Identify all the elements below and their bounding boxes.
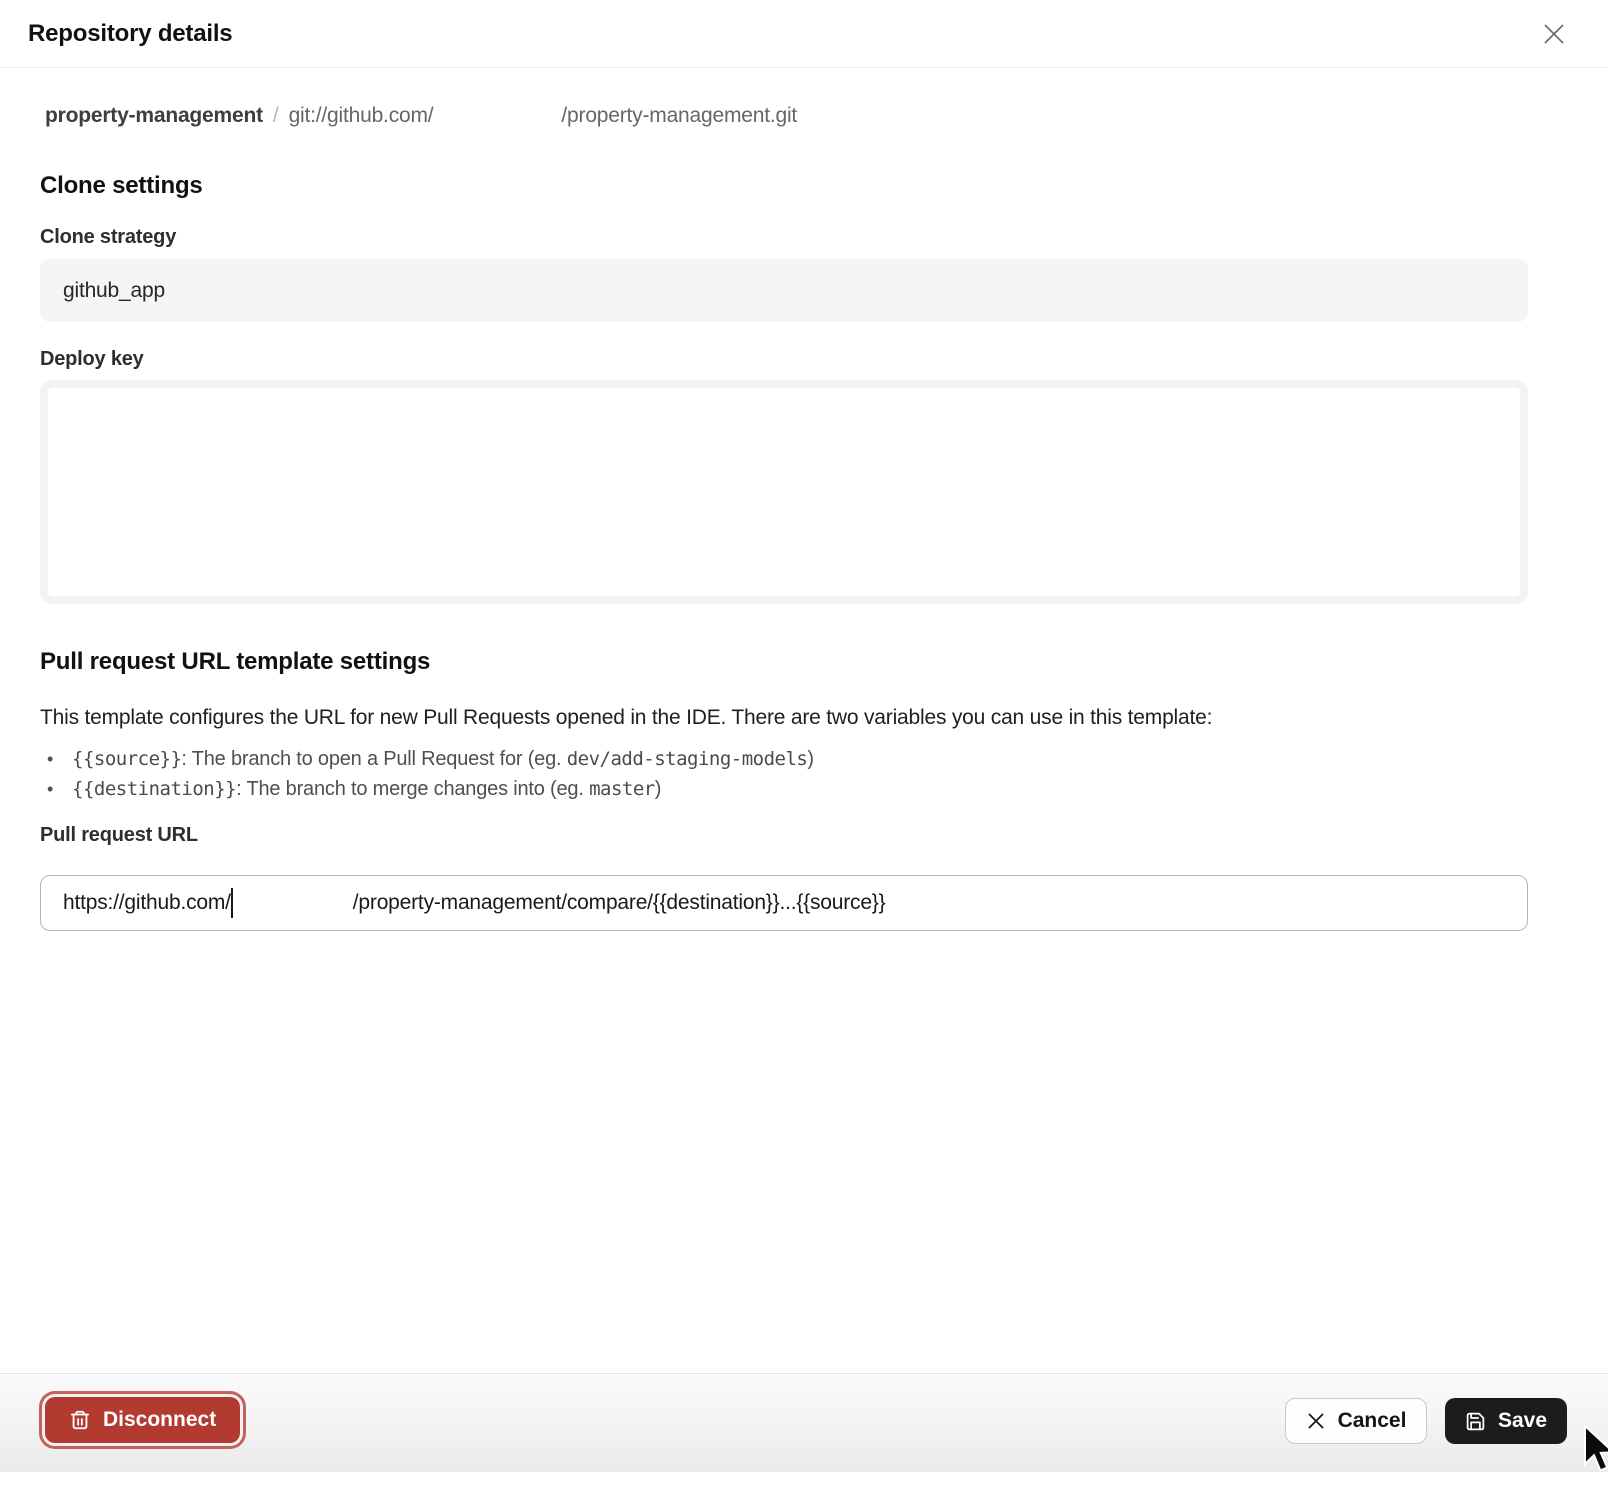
variable-source-example: dev/add-staging-models [567, 744, 808, 774]
pr-template-description: This template configures the URL for new… [40, 704, 1548, 732]
breadcrumb-repo-name: property-management [45, 104, 263, 128]
breadcrumb-url-suffix: /property-management.git [561, 104, 797, 128]
clone-strategy-value: github_app [63, 279, 165, 303]
pr-url-value-suffix: /property-management/compare/{{destinati… [353, 891, 886, 915]
bullet-icon: • [40, 774, 72, 804]
clone-strategy-label: Clone strategy [40, 226, 176, 249]
trash-icon [69, 1409, 91, 1431]
list-item: • {{source}} : The branch to open a Pull… [40, 744, 1548, 774]
pr-url-input[interactable]: https://github.com/ /property-management… [40, 875, 1528, 931]
pr-url-label: Pull request URL [40, 824, 198, 847]
modal-header: Repository details [0, 0, 1608, 68]
breadcrumb-separator: / [263, 104, 289, 128]
clone-strategy-field[interactable]: github_app [40, 259, 1528, 322]
breadcrumb-url-prefix: git://github.com/ [289, 104, 434, 128]
close-button[interactable] [1536, 16, 1572, 52]
deploy-key-label: Deploy key [40, 348, 144, 371]
list-item: • {{destination}} : The branch to merge … [40, 774, 1548, 804]
cancel-button[interactable]: Cancel [1285, 1398, 1427, 1444]
cancel-x-icon [1306, 1411, 1326, 1431]
variable-destination-code: {{destination}} [72, 774, 236, 804]
variable-destination-suffix: ) [655, 774, 661, 804]
save-floppy-icon [1465, 1411, 1486, 1432]
text-caret [231, 888, 233, 918]
variable-destination-example: master [589, 774, 655, 804]
pr-url-value-prefix: https://github.com/ [63, 891, 231, 915]
save-label: Save [1498, 1409, 1547, 1433]
disconnect-label: Disconnect [103, 1408, 216, 1432]
variable-source-suffix: ) [807, 744, 813, 774]
close-icon [1541, 21, 1567, 47]
pr-template-variable-list: • {{source}} : The branch to open a Pull… [40, 744, 1548, 804]
pr-template-heading: Pull request URL template settings [40, 648, 430, 676]
save-button[interactable]: Save [1445, 1398, 1567, 1444]
variable-source-text: : The branch to open a Pull Request for … [181, 744, 566, 774]
bullet-icon: • [40, 744, 72, 774]
mouse-cursor [1582, 1424, 1608, 1485]
disconnect-button[interactable]: Disconnect [45, 1397, 240, 1443]
variable-source-code: {{source}} [72, 744, 181, 774]
variable-destination-text: : The branch to merge changes into (eg. [236, 774, 589, 804]
page-title: Repository details [28, 0, 232, 68]
deploy-key-textarea[interactable] [40, 380, 1528, 604]
modal-footer: Disconnect Cancel Save [0, 1373, 1608, 1472]
breadcrumb: property-management / git://github.com/ … [45, 104, 797, 128]
clone-settings-heading: Clone settings [40, 172, 203, 200]
cancel-label: Cancel [1338, 1409, 1407, 1433]
